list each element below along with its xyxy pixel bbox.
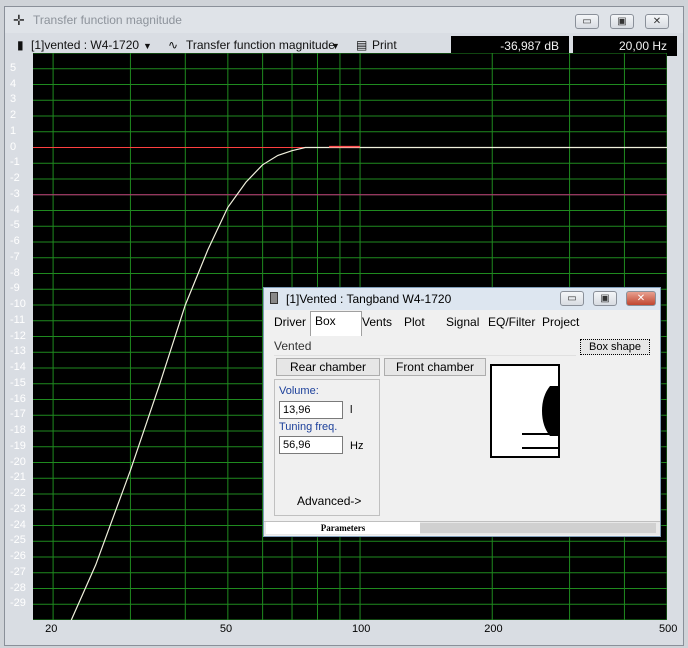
y-tick-label: -14 [10,361,26,373]
chevron-down-icon[interactable]: ▼ [331,41,340,51]
box-parameters-window: [1]Vented : Tangband W4-1720 ▭ ▣ ✕ Drive… [263,287,661,537]
panel-close-button[interactable]: ✕ [626,291,656,306]
waveform-icon: ∿ [168,38,179,52]
panel-status-bar: Parameters [264,521,660,535]
y-tick-label: -19 [10,439,26,452]
y-tick-label: -23 [10,502,26,515]
y-tick-label: -26 [10,550,26,562]
tab-eq-filter[interactable]: EQ/Filter [484,313,539,331]
y-tick-label: -3 [10,187,20,200]
title-bar: ✛ Transfer function magnitude ▭ ▣ ✕ [5,7,683,33]
y-tick-label: -24 [10,518,26,531]
y-tick-label: -7 [10,250,20,263]
front-chamber-button[interactable]: Front chamber [384,358,486,376]
panel-maximize-button[interactable]: ▣ [593,291,617,306]
panel-minimize-button[interactable]: ▭ [560,291,584,306]
print-button[interactable]: Print [372,38,397,52]
y-tick-label: -22 [10,487,26,499]
y-tick-label: 2 [10,109,17,121]
volume-label: Volume: [279,385,319,397]
y-tick-label: -28 [10,581,26,594]
x-tick-label: 200 [484,623,503,635]
status-bar-fill [420,523,656,533]
y-tick-label: 0 [10,140,17,153]
y-tick-label: -25 [10,534,26,547]
x-tick-label: 50 [219,623,233,635]
plot-select[interactable]: Transfer function magnitude [186,38,335,52]
y-tick-label: -6 [10,235,20,247]
tab-project[interactable]: Project [538,313,583,331]
y-tick-label: -16 [10,392,26,405]
y-tick-label: -21 [10,471,26,484]
close-button[interactable]: ✕ [645,14,669,29]
y-tick-label: 1 [10,124,17,137]
y-tick-label: -8 [10,266,20,279]
volume-input[interactable]: 13,96 [279,401,343,419]
parameters-tab[interactable]: Parameters [266,522,420,534]
rear-chamber-group: Volume: 13,96 l Tuning freq. 56,96 Hz Ad… [274,379,380,516]
maximize-button[interactable]: ▣ [610,14,634,29]
panel-title-bar: [1]Vented : Tangband W4-1720 ▭ ▣ ✕ [264,288,660,310]
y-tick-label: -5 [10,219,20,232]
y-tick-label: -2 [10,172,20,184]
tuning-freq-unit: Hz [350,440,364,452]
tab-plot[interactable]: Plot [400,313,429,331]
box-diagram [490,364,560,458]
enclosure-drawing [522,386,558,449]
crosshair-icon: ✛ [13,12,25,28]
y-tick-label: 4 [10,77,17,90]
y-tick-label: -13 [10,345,26,358]
y-tick-label: -10 [10,298,26,310]
y-tick-label: 5 [10,61,17,74]
tab-box[interactable]: Box [310,311,362,336]
x-tick-label: 20 [45,623,58,635]
speaker-icon [270,292,278,304]
tuning-freq-input[interactable]: 56,96 [279,436,343,454]
box-type-label: Vented [274,339,576,356]
y-tick-label: -9 [10,282,20,295]
y-tick-label: 3 [10,93,17,106]
y-tick-label: -15 [10,376,26,389]
panel-title: [1]Vented : Tangband W4-1720 [286,292,452,306]
tab-signal[interactable]: Signal [442,313,483,331]
y-tick-label: -17 [10,408,26,421]
y-tick-label: -12 [10,329,26,342]
speaker-magnet [548,396,558,426]
y-tick-label: -20 [10,455,26,468]
y-tick-label: -4 [10,203,20,216]
tuning-freq-label: Tuning freq. [279,421,338,433]
box-shape-button[interactable]: Box shape [580,339,650,355]
y-tick-label: -1 [10,156,20,169]
chevron-down-icon[interactable]: ▼ [143,41,152,51]
rear-chamber-button[interactable]: Rear chamber [276,358,380,376]
printer-icon[interactable]: ▤ [356,38,367,52]
x-tick-label: 500 [659,623,678,635]
minimize-button[interactable]: ▭ [575,14,599,29]
y-tick-label: -27 [10,565,26,578]
y-tick-label: -29 [10,597,26,610]
advanced-button[interactable]: Advanced-> [297,494,361,508]
tab-vents[interactable]: Vents [358,313,396,331]
tab-driver[interactable]: Driver [270,313,310,331]
y-tick-label: -11 [10,313,26,326]
driver-select[interactable]: [1]vented : W4-1720 [31,38,139,52]
window-title: Transfer function magnitude [33,13,182,27]
volume-unit: l [350,404,353,416]
y-tick-label: -18 [10,424,26,436]
x-tick-label: 100 [352,623,371,635]
speaker-icon: ▮ [17,38,24,52]
